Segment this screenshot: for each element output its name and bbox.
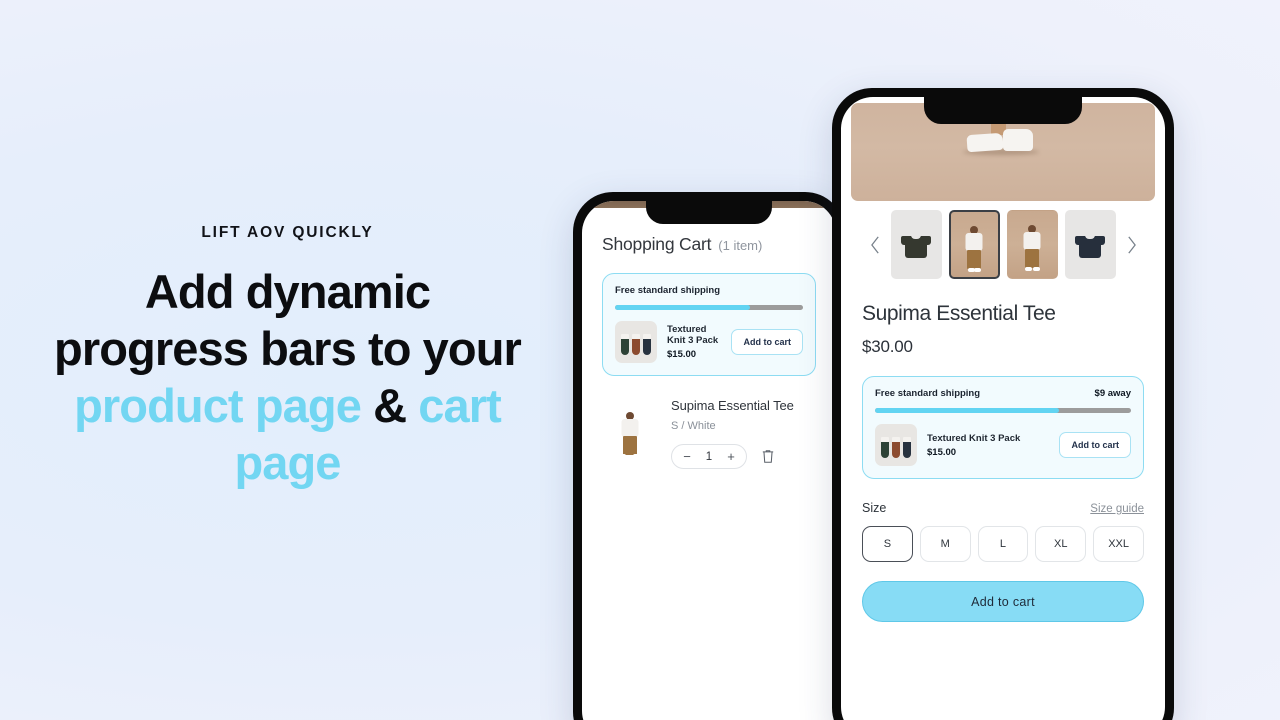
cart-progress-fill: [615, 305, 751, 310]
cart-title: Shopping Cart: [602, 234, 712, 254]
product-progress-label: Free standard shipping: [875, 388, 981, 399]
size-selector-header: Size Size guide: [862, 501, 1144, 515]
product-offer-row: Textured Knit 3 Pack $15.00 Add to cart: [875, 424, 1131, 466]
quantity-stepper: − 1 +: [671, 444, 747, 469]
cart-item-name: Supima Essential Tee: [671, 398, 794, 413]
cart-progress-head: Free standard shipping: [615, 285, 803, 296]
size-option-m[interactable]: M: [919, 526, 971, 562]
carousel-next-icon[interactable]: [1123, 236, 1140, 253]
cart-phone-mockup: Shopping Cart (1 item) Free standard shi…: [573, 192, 845, 720]
product-details: Supima Essential Tee $30.00 Free standar…: [841, 285, 1165, 622]
cart-header: Shopping Cart (1 item): [602, 234, 816, 255]
cart-line-item: Supima Essential Tee S / White − 1 +: [602, 398, 816, 476]
product-offer-info: Textured Knit 3 Pack $15.00: [927, 433, 1049, 458]
add-to-cart-button[interactable]: Add to cart: [862, 581, 1144, 622]
phone-notch: [924, 97, 1082, 124]
size-option-l[interactable]: L: [977, 526, 1029, 562]
model-photo: [602, 398, 657, 476]
thumbnail-navy-tee-flatlay[interactable]: [1064, 210, 1116, 279]
quantity-increment-button[interactable]: +: [720, 445, 742, 468]
thumbnail-olive-tee-flatlay[interactable]: [890, 210, 942, 279]
product-progress-fill: [875, 408, 1060, 413]
socks-thumbnail: [615, 321, 657, 363]
cart-offer-name: Textured Knit 3 Pack: [667, 324, 719, 346]
cart-progress-label: Free standard shipping: [615, 285, 721, 296]
socks-thumbnail: [875, 424, 917, 466]
quantity-decrement-button[interactable]: −: [676, 445, 698, 468]
size-option-xl[interactable]: XL: [1035, 526, 1087, 562]
size-guide-link[interactable]: Size guide: [1090, 503, 1144, 515]
cart-offer-row: Textured Knit 3 Pack $15.00 Add to cart: [615, 321, 803, 363]
cart-item-thumbnail[interactable]: [602, 398, 657, 476]
headline-accent-product-page: product page: [74, 378, 362, 432]
cart-offer-add-to-cart-button[interactable]: Add to cart: [731, 329, 803, 355]
marketing-copy: LIFT AOV QUICKLY Add dynamic progress ba…: [0, 0, 575, 720]
cart-item-variant: S / White: [671, 420, 716, 432]
cart-progress-bar: [615, 305, 803, 310]
carousel-prev-icon[interactable]: [867, 236, 884, 253]
product-title: Supima Essential Tee: [862, 302, 1056, 325]
thumbnail-carousel: [841, 201, 1165, 285]
page-title: Add dynamic progress bars to your produc…: [53, 263, 523, 491]
product-offer-name: Textured Knit 3 Pack: [927, 432, 1021, 444]
cart-item-count: (1 item): [718, 238, 763, 253]
product-progress-away: $9 away: [1094, 388, 1131, 399]
size-options: S M L XL XXL: [862, 526, 1144, 562]
size-option-xxl[interactable]: XXL: [1093, 526, 1144, 562]
thumbnail-model-side[interactable]: [1006, 210, 1058, 279]
headline-part1: Add dynamic progress bars to your: [54, 264, 522, 375]
product-progress-card: Free standard shipping $9 away Textured …: [862, 376, 1144, 479]
phone-notch: [646, 201, 772, 224]
product-offer-add-to-cart-button[interactable]: Add to cart: [1059, 432, 1131, 458]
sneaker-left: [966, 132, 1004, 153]
product-progress-head: Free standard shipping $9 away: [875, 388, 1131, 399]
cart-content: Shopping Cart (1 item) Free standard shi…: [582, 208, 836, 476]
quantity-value: 1: [705, 450, 713, 463]
cart-offer-price: $15.00: [667, 349, 697, 360]
cart-screen: Shopping Cart (1 item) Free standard shi…: [582, 201, 836, 720]
product-progress-bar: [875, 408, 1131, 413]
product-offer-price: $15.00: [927, 446, 957, 458]
sneaker-right: [1003, 129, 1033, 151]
eyebrow-text: LIFT AOV QUICKLY: [201, 223, 374, 241]
cart-item-details: Supima Essential Tee S / White − 1 +: [671, 398, 794, 476]
product-price: $30.00: [862, 337, 913, 356]
thumbnail-model-front[interactable]: [948, 210, 1000, 279]
cart-item-actions: − 1 +: [671, 444, 794, 469]
product-screen: Supima Essential Tee $30.00 Free standar…: [841, 97, 1165, 720]
size-option-s[interactable]: S: [862, 526, 913, 562]
product-phone-mockup: Supima Essential Tee $30.00 Free standar…: [832, 88, 1174, 720]
trash-icon[interactable]: [761, 449, 775, 464]
size-label: Size: [862, 501, 887, 515]
cart-progress-card: Free standard shipping Textured Knit 3 P…: [602, 273, 816, 376]
headline-ampersand: &: [360, 378, 419, 432]
cart-offer-info: Textured Knit 3 Pack $15.00: [667, 324, 721, 360]
